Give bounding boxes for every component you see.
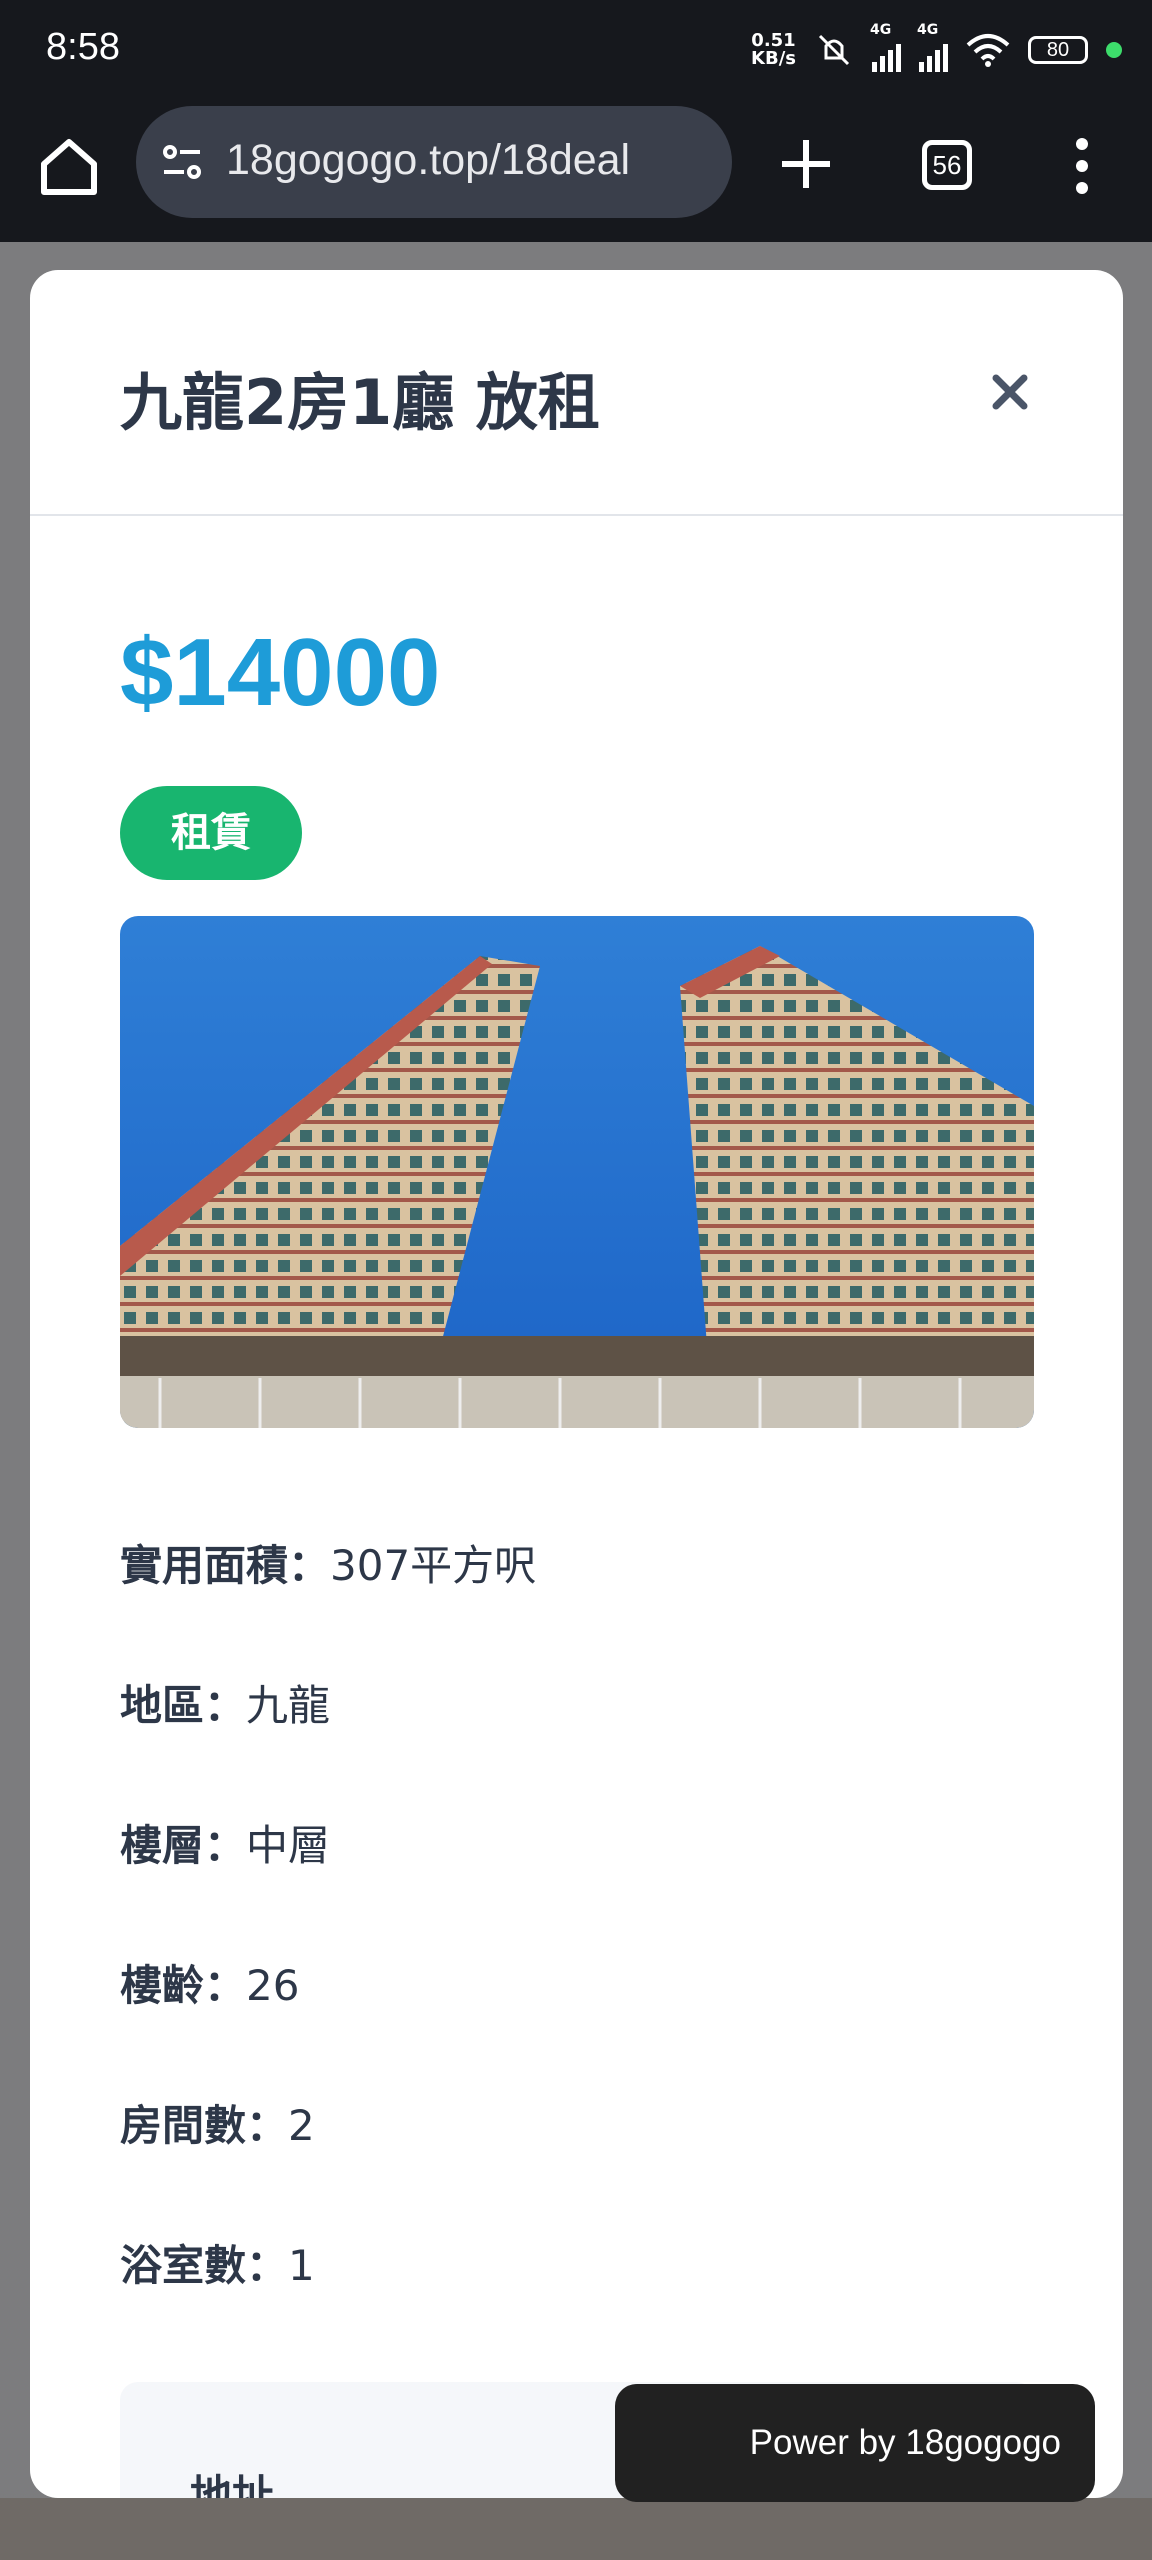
address-bar[interactable]: 18gogogo.top/18deal (136, 106, 732, 218)
detail-row-rooms: 房間數：2 (120, 2092, 536, 2232)
detail-value: 2 (288, 2101, 315, 2150)
network-speed: 0.51 KB/s (751, 30, 796, 69)
listing-title: 九龍2房1廳 放租 (120, 366, 600, 439)
detail-label: 地區： (120, 1681, 247, 1730)
detail-value: 九龍 (246, 1681, 331, 1730)
detail-label: 樓齡： (120, 1961, 247, 2010)
site-settings-icon[interactable] (160, 140, 204, 184)
listing-details: 實用面積：307平方呎 地區：九龍 樓層：中層 樓齡：26 房間數：2 浴室數：… (120, 1532, 536, 2372)
status-icons: 0.51 KB/s 4G 4G 80 (751, 22, 1122, 72)
close-icon[interactable] (986, 368, 1034, 416)
detail-value: 1 (288, 2241, 315, 2290)
detail-row-bathrooms: 浴室數：1 (120, 2232, 536, 2372)
detail-value: 26 (246, 1961, 300, 2010)
privacy-dot (1106, 42, 1122, 58)
plus-icon[interactable] (776, 134, 836, 194)
background-page-strip (0, 2498, 1152, 2560)
address-label: 地址 (190, 2471, 275, 2498)
detail-label: 房間數： (120, 2101, 289, 2150)
status-time: 8:58 (46, 26, 120, 68)
detail-label: 浴室數： (120, 2241, 289, 2290)
listing-price: $14000 (120, 619, 441, 726)
detail-row-area: 實用面積：307平方呎 (120, 1532, 536, 1672)
detail-label: 實用面積： (120, 1541, 331, 1590)
battery-indicator: 80 (1028, 36, 1088, 64)
mute-icon (818, 34, 850, 66)
tabs-icon[interactable]: 56 (922, 140, 972, 190)
detail-row-district: 地區：九龍 (120, 1672, 536, 1812)
signal-2-icon: 4G (917, 22, 948, 72)
detail-row-age: 樓齡：26 (120, 1952, 536, 2092)
browser-toolbar: 18gogogo.top/18deal 56 (0, 100, 1152, 242)
signal-1-icon: 4G (870, 22, 901, 72)
listing-type-badge: 租賃 (120, 786, 302, 880)
detail-value: 中層 (246, 1821, 331, 1870)
url-text[interactable]: 18gogogo.top/18deal (226, 136, 630, 185)
modal-header: 九龍2房1廳 放租 (30, 270, 1123, 516)
powered-by-banner[interactable]: Power by 18gogogo (615, 2384, 1095, 2502)
more-vert-icon[interactable] (1070, 136, 1094, 196)
wifi-icon (966, 34, 1010, 67)
home-icon[interactable] (36, 134, 102, 200)
status-bar: 8:58 0.51 KB/s 4G 4G 80 (0, 0, 1152, 100)
detail-label: 樓層： (120, 1821, 247, 1870)
detail-value: 307平方呎 (330, 1541, 537, 1590)
listing-photo[interactable] (120, 916, 1034, 1428)
listing-modal: 九龍2房1廳 放租 $14000 租賃 實用面積：307平方呎 地區：九龍 樓層… (30, 270, 1123, 2498)
detail-row-floor: 樓層：中層 (120, 1812, 536, 1952)
